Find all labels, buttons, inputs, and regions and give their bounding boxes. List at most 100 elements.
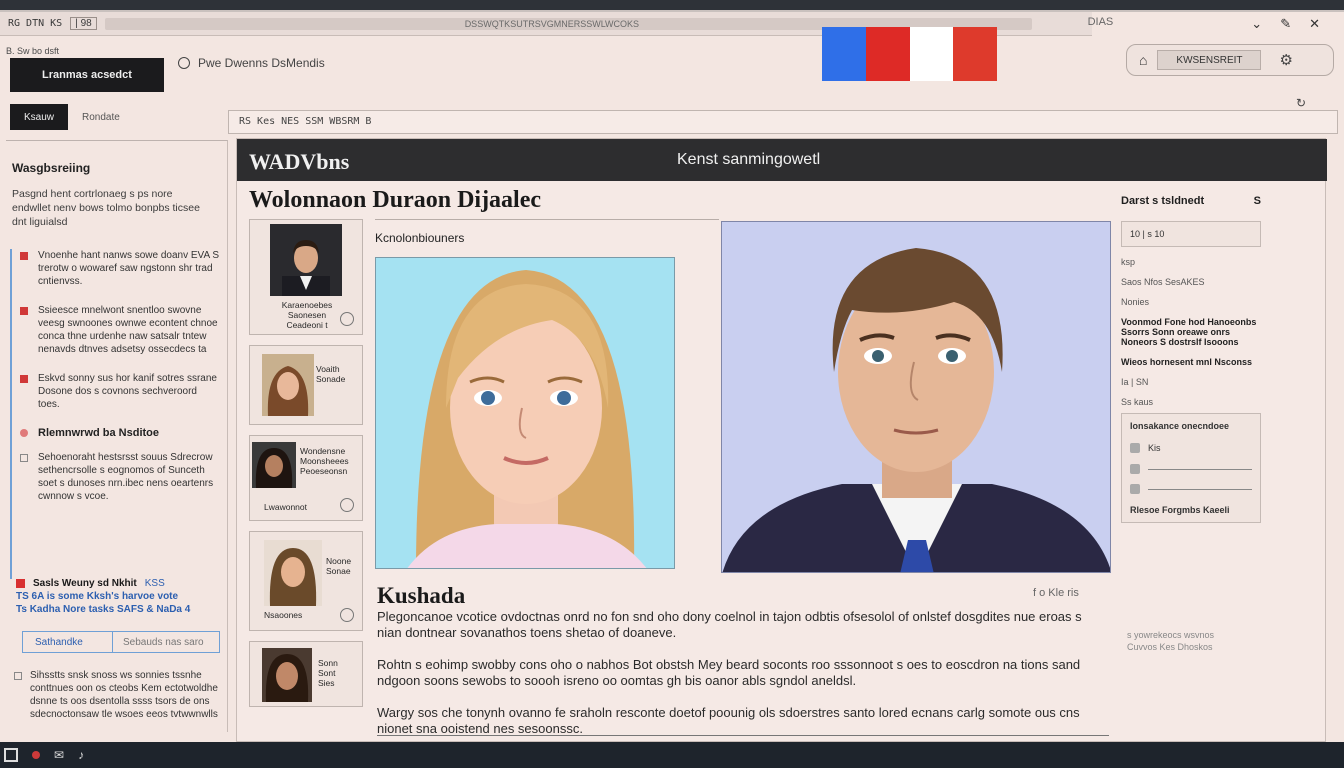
box-line: 10 | s 10	[1130, 229, 1165, 239]
article-title: Kushada	[377, 583, 466, 608]
thumb-caption: Voaith	[316, 364, 340, 374]
thumb-caption: Saonesen	[287, 310, 327, 320]
footer-text: Sihsstts snsk snoss ws sonnies tssnhe co…	[30, 670, 218, 720]
highlight-number: KSS	[144, 578, 165, 589]
highlight-bold: Sasls Weuny sd Nkhit	[33, 578, 137, 589]
taskbar: ✉ ♪	[0, 742, 1344, 768]
sound-icon[interactable]: ♪	[78, 748, 84, 762]
list-item-text: Vnoenhe hant nanws sowe doanv EVA S trer…	[38, 250, 220, 287]
main-content: WADVbns Kenst sanmingowetl Wolonnaon Dur…	[236, 138, 1327, 742]
flag-stripe-red	[865, 27, 910, 81]
panel-section-label: Ss kaus	[1121, 397, 1154, 407]
info-box-2[interactable]: Ionsakance onecndoee Kis Rlesoe Forgmbs …	[1121, 413, 1261, 523]
primary-button[interactable]: Sathandke	[23, 632, 113, 652]
highlight-line-1[interactable]: TS 6A is some Kksh's harvoe vote	[16, 590, 216, 603]
panel-label: ksp	[1121, 257, 1136, 267]
thumb-caption: Lwawonnot	[264, 502, 308, 512]
brand-logo[interactable]: Lranmas acsedct	[10, 58, 164, 92]
bullet-icon	[20, 307, 28, 315]
tab-number[interactable]: | 98	[70, 17, 97, 30]
site-logo[interactable]: WADVbns	[249, 149, 349, 175]
thumbnail-card[interactable]: Wondensne Moonsheees Peoeseonsn Lwawonno…	[249, 435, 363, 521]
start-icon[interactable]	[4, 748, 18, 762]
man-portrait-image[interactable]	[721, 221, 1111, 573]
box-footer: Rlesoe Forgmbs Kaeeli	[1130, 505, 1230, 515]
highlight-line-2[interactable]: Ts Kadha Nore tasks SAFS & NaDa 4	[16, 603, 216, 616]
list-item[interactable]: Sehoenoraht hestsrsst souus Sdrecrow set…	[12, 451, 220, 503]
alert-icon	[16, 579, 25, 588]
list-item[interactable]: Ssieesce mnelwont snentloo swovne veesg …	[12, 304, 220, 356]
minimize-icon[interactable]: ⌄	[1251, 16, 1262, 32]
divider	[1148, 468, 1252, 470]
thumbnail-card[interactable]: Karaenoebes Saonesen Ceadeoni t	[249, 219, 363, 335]
pin-icon[interactable]: ✎	[1280, 16, 1291, 32]
panel-item: Saos Nfos SesAKES	[1121, 277, 1205, 287]
info-icon[interactable]	[340, 498, 354, 512]
highlight-block[interactable]: Sasls Weuny sd Nkhit KSS TS 6A is some K…	[16, 577, 216, 616]
sidebar: Wasgbsreiing Pasgnd hent cortrlonaeg s p…	[6, 140, 228, 732]
article-body: Plegoncanoe vcotice ovdoctnas onrd no fo…	[377, 609, 1109, 753]
window-label: DIAS	[1087, 16, 1114, 28]
sidebar-button-group: Sathandke Sebauds nas saro	[22, 631, 220, 653]
tab-title[interactable]: RG DTN KS	[0, 18, 70, 29]
woman-portrait-thumbnail	[262, 648, 312, 702]
info-icon[interactable]	[340, 312, 354, 326]
thumb-caption: Karaenoebes	[281, 300, 333, 310]
search-text[interactable]: Pwe Dwenns DsMendis	[198, 56, 325, 70]
dollar-icon[interactable]: S	[1254, 195, 1261, 207]
checkbox-icon[interactable]	[20, 454, 28, 462]
refresh-icon[interactable]: ↻	[1296, 96, 1306, 110]
dot-icon	[20, 429, 28, 437]
list-item[interactable]: Vnoenhe hant nanws sowe doanv EVA S trer…	[12, 249, 220, 288]
list-item[interactable]: Eskvd sonny sus hor kanif sotres ssrane …	[12, 372, 220, 411]
doc-icon	[1130, 464, 1140, 474]
search-icon[interactable]	[178, 57, 190, 69]
flag-stripe-white	[909, 27, 954, 81]
gear-icon[interactable]: ⚙	[1279, 51, 1292, 69]
thumb-caption: Sont	[318, 668, 336, 678]
list-item-text: Sehoenoraht hestsrsst souus Sdrecrow set…	[38, 452, 214, 502]
woman-portrait-thumbnail	[264, 540, 322, 606]
sidebar-subhead[interactable]: Rlemnwrwd ba Nsditoe	[12, 427, 220, 439]
woman-portrait-illustration	[376, 258, 674, 568]
thumb-caption: Ceadeoni t	[286, 320, 328, 330]
right-panel: Darst s tsldnedt S 10 | s 10 ksp Saos Nf…	[1121, 195, 1261, 625]
tab-inactive[interactable]: Rondate	[82, 112, 120, 123]
list-item-text: Eskvd sonny sus hor kanif sotres ssrane …	[38, 373, 217, 410]
article-paragraph: Plegoncanoe vcotice ovdoctnas onrd no fo…	[377, 609, 1082, 640]
box-title: Ionsakance onecndoee	[1130, 421, 1230, 431]
window-controls: DIAS ⌄ ✎ ✕	[1088, 16, 1320, 32]
right-panel-title: Darst s tsldnedt	[1121, 195, 1205, 207]
man-portrait-illustration	[722, 222, 1110, 572]
tab-active[interactable]: Ksauw	[10, 104, 68, 130]
thumbnail-card[interactable]: Voaith Sonade	[249, 345, 363, 425]
thumb-caption: Moonsheees	[300, 456, 349, 466]
panel-icons-line[interactable]: Ia | SN	[1121, 377, 1261, 387]
article-paragraph: Rohtn s eohimp swobby cons oho o nabhos …	[377, 657, 1081, 688]
secondary-button[interactable]: Sebauds nas saro	[113, 637, 204, 648]
woman-portrait-image[interactable]	[375, 257, 675, 569]
close-icon[interactable]: ✕	[1309, 16, 1320, 32]
thumb-caption: Sonn	[318, 658, 338, 668]
thumb-caption: Sonade	[316, 374, 346, 384]
subhead-text: Rlemnwrwd ba Nsditoe	[38, 427, 160, 439]
bullet-icon	[20, 252, 28, 260]
home-icon[interactable]: ⌂	[1139, 52, 1147, 68]
row-text: Kis	[1148, 443, 1161, 453]
app-red-icon[interactable]	[32, 751, 40, 759]
divider	[375, 219, 719, 220]
info-box[interactable]: 10 | s 10	[1121, 221, 1261, 247]
checkbox-icon[interactable]	[14, 672, 22, 680]
thumbnail-card[interactable]: Sonn Sont Sies	[249, 641, 363, 707]
thumb-caption: Noone	[326, 556, 352, 566]
info-icon[interactable]	[340, 608, 354, 622]
link-icon	[1130, 484, 1140, 494]
account-button[interactable]: KWSENSREIT	[1157, 50, 1262, 70]
caption-line: Cuvvos Kes Dhoskos	[1127, 642, 1213, 652]
thumb-caption: Wondensne	[300, 446, 346, 456]
right-controls: ⌂ KWSENSREIT ⚙	[1126, 44, 1334, 76]
site-search[interactable]: Pwe Dwenns DsMendis	[178, 56, 325, 70]
thumbnail-card[interactable]: Noone Sonae Nsaoones	[249, 531, 363, 631]
chat-icon[interactable]: ✉	[54, 748, 64, 762]
url-bar[interactable]: RS Kes NES SSM WBSRM B	[228, 110, 1338, 134]
